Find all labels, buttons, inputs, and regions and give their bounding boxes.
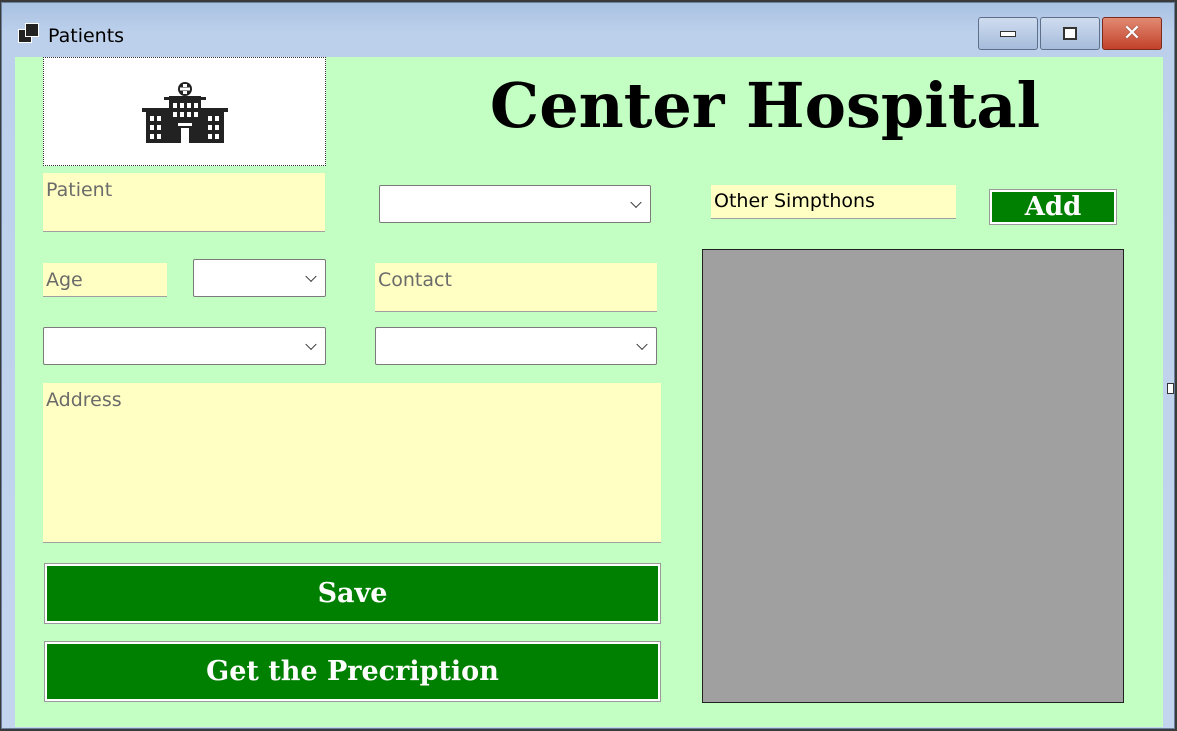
close-icon: ✕	[1122, 20, 1142, 46]
top-combo-box[interactable]	[379, 185, 651, 223]
maximize-button[interactable]	[1040, 17, 1100, 50]
hospital-title: Center Hospital	[489, 69, 1041, 142]
add-symptom-button[interactable]: Add	[989, 189, 1117, 225]
maximize-icon	[1063, 27, 1077, 40]
right-combo-box[interactable]	[375, 327, 657, 365]
save-button[interactable]: Save	[44, 563, 661, 624]
address-field[interactable]: Address	[43, 383, 661, 543]
symptoms-list-panel[interactable]	[702, 249, 1124, 703]
window-title: Patients	[48, 25, 125, 47]
chevron-down-icon	[630, 196, 642, 209]
minimize-icon	[1000, 30, 1016, 37]
left-combo-box[interactable]	[43, 327, 326, 365]
get-prescription-button[interactable]: Get the Precription	[44, 641, 661, 702]
minimize-button[interactable]	[978, 17, 1038, 50]
app-icon	[18, 23, 40, 43]
form-client-area: Center Hospital Patient Other Simpthons …	[15, 57, 1163, 727]
hospital-building-icon	[141, 81, 228, 143]
patients-window: Patients ✕ Center Hospital Patient Other…	[1, 2, 1175, 729]
resize-handle[interactable]	[1167, 383, 1174, 394]
age-unit-combo-box[interactable]	[193, 259, 326, 297]
chevron-down-icon	[636, 338, 648, 351]
chevron-down-icon	[305, 338, 317, 351]
close-button[interactable]: ✕	[1102, 17, 1162, 50]
logo-picture-box	[43, 57, 326, 166]
other-symptoms-field[interactable]: Other Simpthons	[711, 185, 956, 219]
patient-name-field[interactable]: Patient	[43, 173, 325, 232]
chevron-down-icon	[305, 270, 317, 283]
age-field[interactable]: Age	[43, 263, 167, 297]
contact-field[interactable]: Contact	[375, 263, 657, 312]
title-bar[interactable]: Patients ✕	[2, 3, 1174, 55]
